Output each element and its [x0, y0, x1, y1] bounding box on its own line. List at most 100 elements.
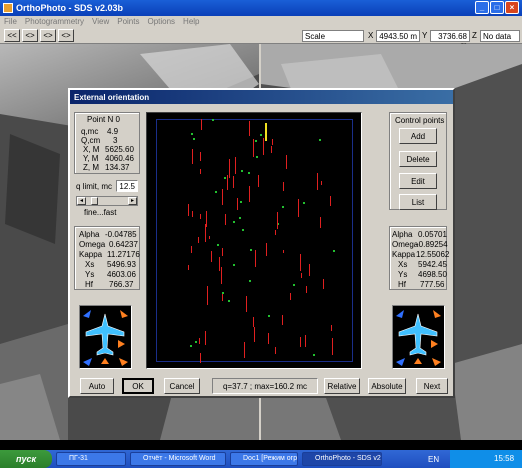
param-value: 0.05701 — [418, 230, 447, 239]
close-button[interactable]: × — [505, 1, 519, 14]
right-orientation-control[interactable] — [392, 305, 445, 369]
taskbar-item[interactable]: Doc1 [Режим ограни... — [230, 452, 298, 466]
maximize-button[interactable]: □ — [490, 1, 504, 14]
taskbar-item[interactable]: ПГ-31 — [56, 452, 126, 466]
dialog-title: External orientation — [70, 90, 453, 104]
taskbar-item[interactable]: Отчёт - Microsoft Word — [130, 452, 226, 466]
q-limit-input[interactable]: 12.5 — [116, 180, 138, 192]
image-frame — [156, 119, 353, 362]
rotate-left-arrow-icon — [83, 310, 91, 318]
residual-vector-mark — [191, 149, 193, 164]
next-button[interactable]: Next — [416, 378, 448, 394]
residual-vector-mark — [275, 229, 277, 235]
ok-button[interactable]: OK — [122, 378, 154, 394]
point-title: Point N 0 — [87, 115, 120, 124]
control-point-mark — [221, 291, 224, 294]
residual-vector-mark — [289, 292, 291, 301]
edit-point-button[interactable]: Edit — [399, 173, 437, 189]
start-button[interactable]: пуск — [0, 450, 52, 468]
cancel-button[interactable]: Cancel — [164, 378, 200, 394]
app-icon — [3, 3, 13, 13]
slider-label: fine...fast — [84, 208, 117, 217]
control-point-mark — [302, 202, 305, 204]
q-limit-label: q limit, mc — [76, 182, 112, 191]
delete-point-button[interactable]: Delete — [399, 151, 437, 167]
residual-vector-mark — [297, 198, 299, 217]
nav-first-button[interactable]: << — [4, 29, 20, 42]
nav-prev-button[interactable]: <> — [22, 29, 38, 42]
control-point-mark — [249, 248, 252, 251]
auto-button[interactable]: Auto — [80, 378, 114, 394]
residual-vector-mark — [319, 217, 321, 229]
residual-vector-mark — [221, 248, 223, 257]
control-point-mark — [239, 200, 242, 203]
app-title: OrthoPhoto - SDS v2.03b — [16, 3, 124, 13]
nav-next-button[interactable]: <> — [40, 29, 56, 42]
slider-right-arrow-icon[interactable]: ▸ — [128, 197, 137, 205]
residual-vector-mark — [305, 286, 307, 294]
param-value: 11.27176 — [107, 250, 140, 259]
residual-status: q=37.7 ; max=160.2 mc — [212, 378, 318, 394]
relative-button[interactable]: Relative — [324, 378, 360, 394]
residual-vector-mark — [253, 327, 255, 342]
point-info-group: Point N 0 q,mc 4.9 Q,cm 3 X, M 5625.60 Y… — [74, 112, 140, 174]
left-orientation-control[interactable] — [79, 305, 132, 369]
residual-vector-mark — [237, 198, 239, 211]
point-row-label: Z, M — [83, 163, 99, 172]
control-point-mark — [332, 249, 335, 252]
clock: 15:58 — [494, 454, 515, 463]
residual-vector-mark — [321, 181, 323, 185]
residual-vector-mark — [235, 156, 237, 175]
param-value: 5496.93 — [107, 260, 136, 269]
residual-vector-mark — [331, 325, 333, 331]
residual-vector-mark — [221, 293, 223, 302]
control-point-mark — [248, 279, 251, 282]
control-points-title: Control points — [395, 116, 445, 125]
residual-vector-mark — [272, 139, 274, 145]
control-point-mark — [260, 134, 263, 137]
param-label: Kappa — [79, 250, 103, 259]
app-window: OrthoPhoto - SDS v2.03b _ □ × File Photog… — [0, 0, 522, 468]
slider-left-arrow-icon[interactable]: ◂ — [77, 197, 86, 205]
param-label: Xs — [398, 260, 408, 269]
control-point-mark — [190, 345, 193, 348]
add-point-button[interactable]: Add — [399, 128, 437, 144]
control-point-mark — [217, 243, 220, 246]
menu-view[interactable]: View — [88, 16, 113, 26]
speed-slider[interactable]: ◂ ▸ — [76, 196, 138, 206]
point-row-label: q,mc — [81, 127, 99, 136]
plane-icon — [83, 310, 128, 366]
residual-vector-mark — [208, 235, 210, 240]
language-indicator[interactable]: EN — [428, 455, 439, 464]
point-row-label: Q,cm — [81, 136, 101, 145]
menu-help[interactable]: Help — [179, 16, 203, 26]
menu-photogrammetry[interactable]: Photogrammetry — [21, 16, 88, 26]
menu-options[interactable]: Options — [143, 16, 179, 26]
residual-vector-mark — [198, 337, 200, 345]
residual-vector-mark — [255, 249, 257, 267]
residual-vector-mark — [305, 334, 307, 347]
residual-vector-canvas[interactable] — [146, 112, 362, 369]
control-point-mark — [194, 340, 197, 343]
absolute-button[interactable]: Absolute — [368, 378, 406, 394]
scale-field[interactable]: Scale — [302, 30, 364, 42]
param-label: Ys — [85, 270, 95, 279]
list-points-button[interactable]: List — [399, 194, 437, 210]
residual-vector-mark — [200, 152, 202, 162]
menu-points[interactable]: Points — [113, 16, 143, 26]
param-value: 4698.50 — [418, 270, 447, 279]
slider-thumb[interactable] — [91, 197, 98, 205]
residual-vector-mark — [221, 188, 223, 205]
taskbar-item[interactable]: OrthoPhoto - SDS v2.... — [302, 452, 382, 466]
residual-vector-mark — [233, 176, 235, 188]
nav-last-button[interactable]: <> — [58, 29, 74, 42]
residual-vector-mark — [271, 146, 273, 154]
toolbar: << <> <> <> Scale X 4943.50 m Y 3736.68 … — [0, 28, 522, 50]
residual-vector-mark — [332, 337, 334, 355]
control-point-mark — [224, 176, 227, 179]
residual-vector-mark — [187, 265, 189, 270]
residual-vector-mark — [200, 119, 202, 130]
minimize-button[interactable]: _ — [475, 1, 489, 14]
menu-file[interactable]: File — [0, 16, 21, 26]
control-point-mark — [254, 140, 257, 143]
